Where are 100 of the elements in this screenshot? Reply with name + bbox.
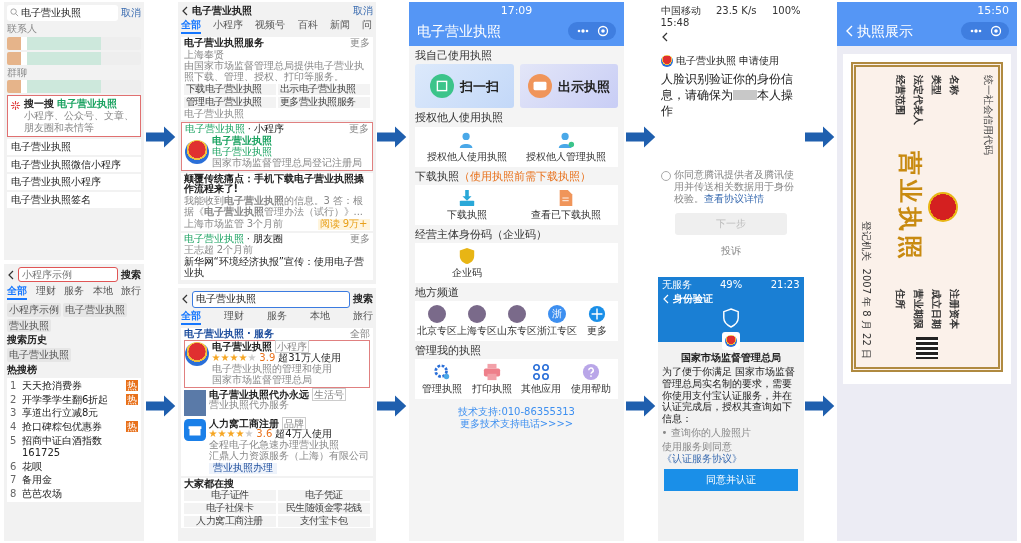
tab[interactable]: 小程序	[212, 20, 243, 34]
search-query[interactable]: 电子营业执照	[191, 5, 350, 17]
all-link[interactable]: 全部	[349, 328, 370, 340]
menu-item[interactable]: 更多	[577, 305, 616, 338]
permission-item: • 查询你的人脸照片	[660, 427, 752, 439]
agreement-link[interactable]: 《认证服务协议》	[661, 452, 742, 464]
app-tag: 品牌	[281, 416, 306, 430]
hot-search-item[interactable]: 芭芭农场	[22, 488, 138, 500]
feature-button[interactable]: 扫一扫	[415, 64, 514, 109]
read-count: 阅读 9万+	[317, 218, 370, 230]
photo-placeholder	[428, 305, 446, 324]
more-link[interactable]: 更多	[349, 233, 370, 245]
search-field[interactable]: 电子营业执照	[191, 291, 350, 308]
back-icon[interactable]	[180, 293, 189, 306]
logo-icon	[184, 342, 209, 367]
popular-search[interactable]: 人力窝工商注册	[183, 515, 276, 527]
tab[interactable]: 服务	[64, 285, 84, 300]
hot-search-item[interactable]: 开学季学生翻6折起	[22, 393, 122, 406]
tab[interactable]: 全部	[180, 20, 201, 34]
suggestion-chip[interactable]: 小程序示例	[7, 302, 61, 317]
menu-item[interactable]: 其他应用	[516, 363, 567, 396]
tab[interactable]: 百科	[297, 20, 318, 34]
menu-item[interactable]: 授权他人使用执照	[417, 130, 517, 163]
app-result[interactable]: 电子营业执照代办永远 生活号 营业执照代办服务	[183, 388, 370, 417]
popular-search[interactable]: 电子凭证	[277, 490, 370, 502]
suggestion-item[interactable]: 电子营业执照	[7, 138, 141, 155]
popular-search[interactable]: 电子证件	[183, 490, 276, 502]
tab[interactable]: 旅行	[121, 285, 141, 300]
tab[interactable]: 新闻	[330, 20, 351, 34]
tab[interactable]: 旅行	[352, 310, 373, 325]
suggestion-chip[interactable]: 营业执照	[7, 318, 51, 333]
suggestion-item[interactable]: 电子营业执照微信小程序	[7, 156, 141, 173]
suggestion-item[interactable]: 电子营业执照签名	[7, 192, 141, 208]
service-button[interactable]: 更多营业执照服务	[277, 96, 370, 108]
cancel-link[interactable]: 取消	[352, 5, 373, 17]
tab[interactable]: 服务	[266, 310, 287, 325]
menu-item[interactable]: 管理执照	[417, 363, 467, 396]
more-link[interactable]: 更多	[349, 37, 370, 49]
rating-value: 3.6	[256, 429, 273, 440]
tab[interactable]: 理财	[223, 310, 244, 325]
app-result[interactable]: 人力窝工商注册 品牌 ★★★★★ 3.6 超4万人使用 全程电子化急速办理营业执照 汇鼎人力资源服务（上海）有限公司 营业执照办理	[183, 417, 370, 475]
menu-item[interactable]: 授权他人管理执照	[516, 130, 616, 163]
search-button[interactable]: 搜索	[352, 294, 373, 305]
menu-item[interactable]: 打印执照	[466, 363, 517, 396]
more-link[interactable]: 更多	[348, 124, 369, 136]
user-count: 超31万人使用	[278, 353, 341, 364]
action-button[interactable]: 营业执照办理	[208, 462, 277, 474]
app-owner: 国家市场监督管理总局	[211, 374, 312, 386]
tab[interactable]: 理财	[35, 285, 56, 300]
cancel-link[interactable]: 取消	[121, 7, 141, 19]
history-chip[interactable]: 电子营业执照	[7, 348, 71, 362]
tab[interactable]: 问	[362, 20, 373, 34]
search-button[interactable]: 搜索	[121, 268, 141, 281]
hot-search-item[interactable]: 备用金	[22, 474, 138, 487]
section-label: 群聊	[7, 66, 28, 79]
post-text: 新华网“环境经济执报”宣传：使用电子营业执	[183, 257, 365, 279]
tab[interactable]: 视频号	[255, 20, 286, 34]
capsule-menu[interactable]	[568, 21, 616, 40]
tab[interactable]: 本地	[92, 285, 113, 300]
popular-search[interactable]: 民生随领金零花钱	[277, 503, 370, 514]
menu-item[interactable]: 上海专区	[457, 305, 497, 338]
tab[interactable]: 本地	[309, 310, 330, 325]
popular-search[interactable]: 电子社保卡	[183, 503, 276, 514]
menu-item[interactable]: 下载执照	[417, 188, 517, 221]
menu-item[interactable]: 使用帮助	[566, 363, 616, 396]
menu-item[interactable]: 浙 浙江专区	[537, 305, 577, 338]
right-arrow	[145, 394, 176, 419]
menu-item[interactable]: 查看已下载执照	[516, 188, 616, 221]
capsule-menu[interactable]	[961, 21, 1009, 40]
suggestion-item[interactable]: 电子营业执照小程序	[7, 174, 141, 191]
download-icon	[457, 188, 476, 207]
menu-item[interactable]: 北京专区	[417, 305, 457, 338]
hot-search-item[interactable]: 天天抢消费券	[22, 379, 122, 392]
back-icon[interactable]	[7, 268, 15, 281]
service-button[interactable]: 下载电子营业执照	[183, 84, 276, 95]
search-field[interactable]: 小程序示例	[18, 267, 118, 282]
user-count: 超4万人使用	[275, 429, 332, 440]
search-suggestion[interactable]: 搜一搜 电子营业执照 小程序、公众号、文章、朋友圈和表情等	[7, 95, 141, 137]
hot-search-item[interactable]: 招商中证白酒指数 161725	[22, 434, 138, 459]
hot-search-item[interactable]: 抢口碑粽包优惠券	[22, 421, 122, 433]
popular-search[interactable]: 支付宝卡包	[277, 515, 370, 527]
tab[interactable]: 全部	[180, 310, 201, 325]
hot-search-item[interactable]: 花呗	[22, 460, 138, 473]
back-icon[interactable]	[180, 5, 189, 17]
feature-button[interactable]: 出示执照	[519, 64, 618, 109]
suggestion-chip[interactable]: 电子营业执照	[63, 302, 127, 317]
right-arrow	[377, 124, 408, 149]
mini-program-card[interactable]: 电子营业执照 · 小程序 更多 电子营业执照 电子营业执照 国家市场监督管理总局登记注册局	[180, 122, 373, 171]
menu-item[interactable]: 山东专区	[497, 305, 537, 338]
agreement-link[interactable]: 查看协议详情	[703, 192, 764, 204]
hot-search-item[interactable]: 享道出行立减8元	[22, 407, 138, 420]
service-button[interactable]: 管理电子营业执照	[183, 96, 276, 108]
search-field[interactable]: 电子营业执照	[7, 5, 118, 21]
service-button[interactable]: 出示电子营业执照	[277, 84, 370, 95]
article-title[interactable]: 颠覆传统痛点：手机下载电子营业执照操作流程来了!	[183, 173, 370, 196]
tab[interactable]: 全部	[7, 285, 27, 300]
rank-number: 3	[10, 407, 18, 420]
complain-link[interactable]: 投诉	[720, 244, 741, 256]
app-result[interactable]: 电子营业执照 小程序 ★★★★★ 3.9 超31万人使用 电子营业执照的管理和使用 国家市场监督管理总局	[183, 340, 370, 388]
section-title: 授权他人使用执照	[415, 111, 504, 124]
